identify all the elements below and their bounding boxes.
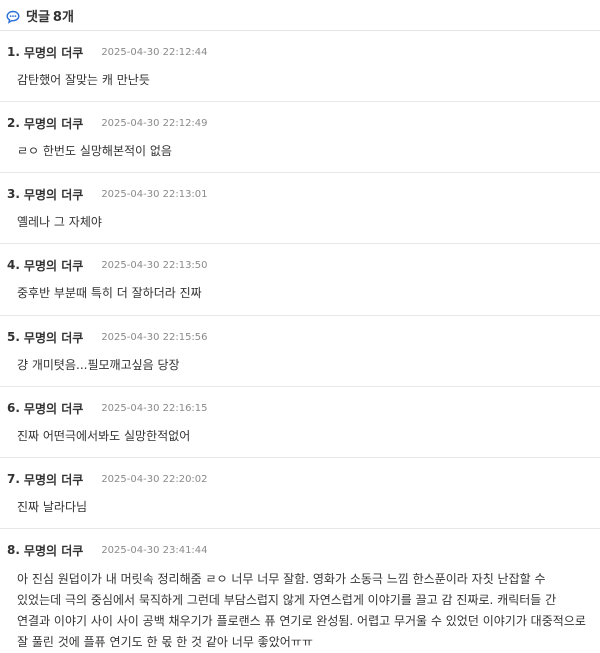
comment-item: 1. 무명의 더쿠 2025-04-30 22:12:44 감탄했어 잘맞는 캐… [0,31,600,102]
comment-number: 7. [7,472,20,486]
comment-text: 진짜 날라다님 [17,500,88,514]
comment-number: 4. [7,258,20,272]
comment-count: 8개 [52,9,74,25]
comment-text: ㄹㅇ 한번도 실망해본적이 없음 [17,144,172,158]
comment-item: 4. 무명의 더쿠 2025-04-30 22:13:50 중후반 부분때 특히… [0,244,600,316]
comment-item: 6. 무명의 더쿠 2025-04-30 22:16:15 진짜 어떤극에서봐도… [0,387,600,458]
comment-author[interactable]: 무명의 더쿠 [24,44,83,61]
comment-author[interactable]: 무명의 더쿠 [24,400,83,417]
comment-item: 5. 무명의 더쿠 2025-04-30 22:15:56 걍 개미텻음...필… [0,316,600,387]
comments-title-label: 댓글 [26,9,50,25]
comments-header: 댓글 8개 [0,0,600,31]
comment-text: 진짜 어떤극에서봐도 실망한적없어 [17,429,191,443]
comment-text: 옐레나 그 자체야 [17,215,102,229]
comment-item: 3. 무명의 더쿠 2025-04-30 22:13:01 옐레나 그 자체야 [0,173,600,244]
comment-timestamp: 2025-04-30 22:15:56 [101,331,208,343]
comment-item: 2. 무명의 더쿠 2025-04-30 22:12:49 ㄹㅇ 한번도 실망해… [0,102,600,173]
comment-number: 6. [7,401,20,415]
comment-timestamp: 2025-04-30 22:13:50 [101,259,208,271]
comment-author[interactable]: 무명의 더쿠 [24,257,83,274]
comment-timestamp: 2025-04-30 22:12:44 [101,46,208,58]
speech-bubble-icon [6,9,20,24]
comment-text: 걍 개미텻음...필모깨고싶음 당장 [17,358,180,372]
comment-author[interactable]: 무명의 더쿠 [24,542,83,559]
comment-text: 중후반 부분때 특히 더 잘하더라 진짜 [17,286,202,300]
comment-number: 5. [7,330,20,344]
comment-text: 감탄했어 잘맞는 캐 만난듯 [17,73,150,87]
comment-author[interactable]: 무명의 더쿠 [24,115,83,132]
comment-number: 8. [7,543,20,557]
comment-item: 7. 무명의 더쿠 2025-04-30 22:20:02 진짜 날라다님 [0,458,600,529]
comment-number: 1. [7,45,20,59]
comment-timestamp: 2025-04-30 23:41:44 [101,544,208,556]
comment-timestamp: 2025-04-30 22:13:01 [101,188,208,200]
comment-timestamp: 2025-04-30 22:16:15 [101,402,208,414]
comment-timestamp: 2025-04-30 22:20:02 [101,473,208,485]
comment-author[interactable]: 무명의 더쿠 [24,186,83,203]
comment-text: 아 진심 원덥이가 내 머릿속 정리해줌 ㄹㅇ 너무 너무 잘함. 영화가 소동… [17,572,586,649]
comment-timestamp: 2025-04-30 22:12:49 [101,117,208,129]
comment-number: 2. [7,116,20,130]
comment-author[interactable]: 무명의 더쿠 [24,471,83,488]
comment-number: 3. [7,187,20,201]
comment-author[interactable]: 무명의 더쿠 [24,329,83,346]
comments-title: 댓글 8개 [26,6,74,25]
comment-item: 8. 무명의 더쿠 2025-04-30 23:41:44 아 진심 원덥이가 … [0,529,600,653]
